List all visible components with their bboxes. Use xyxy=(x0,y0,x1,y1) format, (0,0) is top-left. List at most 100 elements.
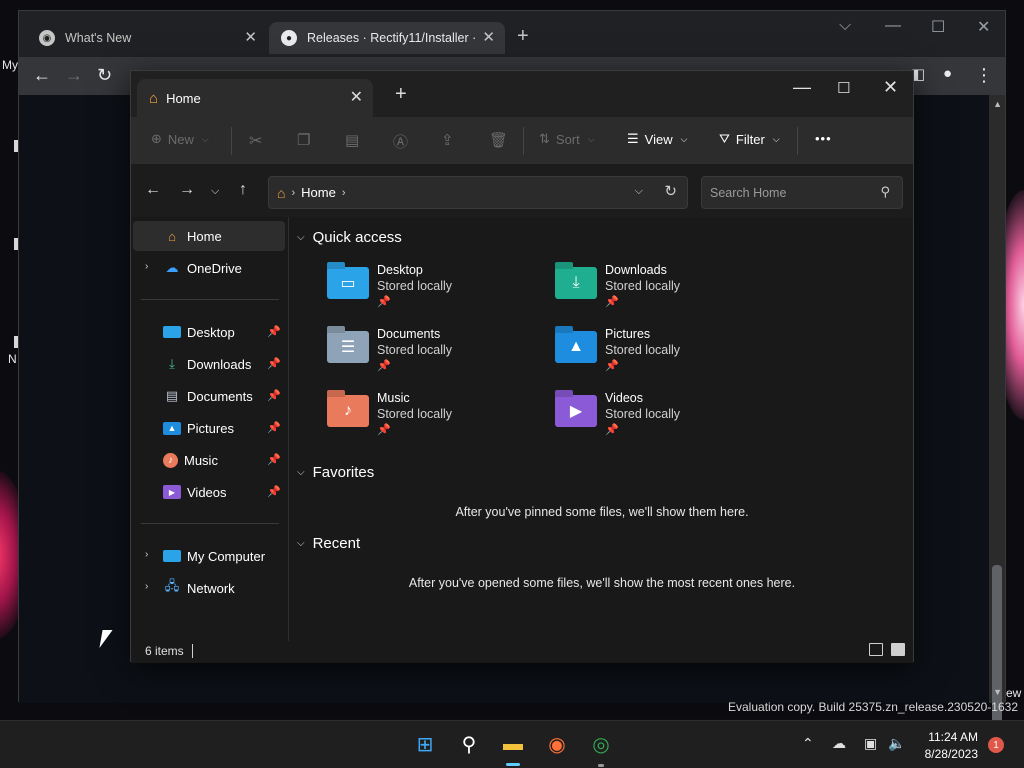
pin-icon: 📌 xyxy=(267,326,281,338)
forward-icon[interactable]: → xyxy=(179,181,195,199)
close-icon[interactable]: ✕ xyxy=(244,28,257,46)
quick-access-videos[interactable]: ▶ Videos Stored locally 📌 xyxy=(555,391,775,451)
menu-icon[interactable]: ⋮ xyxy=(975,65,993,86)
sidebar-item-pictures[interactable]: ▲ Pictures 📌 xyxy=(133,413,285,443)
reload-icon[interactable]: ↻ xyxy=(97,65,112,86)
copy-button[interactable]: ❐ xyxy=(297,131,310,149)
desktop-icon-label: My xyxy=(2,58,18,72)
sidebar-item-onedrive[interactable]: › ☁ OneDrive xyxy=(133,253,285,283)
new-button[interactable]: ⊕ New ⌵ xyxy=(151,131,209,147)
quick-access-downloads[interactable]: ⤓ Downloads Stored locally 📌 xyxy=(555,263,775,323)
chevron-down-icon[interactable]: ⌵ xyxy=(839,17,851,35)
address-bar[interactable]: ⌂ › Home › ⌵ ↻ xyxy=(268,176,688,209)
sidebar-item-videos[interactable]: ▶ Videos 📌 xyxy=(133,477,285,507)
close-icon[interactable]: ✕ xyxy=(883,77,898,98)
file-explorer-icon[interactable]: ▬ xyxy=(498,729,528,759)
item-location: Stored locally xyxy=(377,407,453,421)
chevron-right-icon: › xyxy=(291,186,296,199)
search-icon[interactable]: ⚲ xyxy=(454,729,484,759)
scrollbar[interactable]: ▲ ▼ xyxy=(989,95,1005,745)
sidebar-item-music[interactable]: ♪ Music 📌 xyxy=(133,445,285,475)
desktop-icon-label: N xyxy=(8,352,17,366)
network-icon[interactable]: ▣ xyxy=(864,735,877,752)
new-tab-button[interactable]: + xyxy=(395,83,407,106)
section-favorites[interactable]: ⌵ Favorites xyxy=(297,464,374,481)
close-icon[interactable]: ✕ xyxy=(977,17,990,37)
search-icon[interactable]: ⚲ xyxy=(880,184,890,200)
notification-badge[interactable]: 1 xyxy=(988,737,1004,753)
quick-access-music[interactable]: ♪ Music Stored locally 📌 xyxy=(327,391,547,451)
onedrive-icon: ☁ xyxy=(165,260,179,275)
sidebar-item-my-computer[interactable]: › My Computer xyxy=(133,541,285,571)
more-options-button[interactable]: ••• xyxy=(815,131,832,146)
chevron-up-icon[interactable]: ⌃ xyxy=(802,735,814,752)
quick-access-documents[interactable]: ☰ Documents Stored locally 📌 xyxy=(327,327,547,387)
scroll-up-icon[interactable]: ▲ xyxy=(993,99,1002,109)
chevron-right-icon[interactable]: › xyxy=(145,549,148,560)
new-label: New xyxy=(167,131,194,147)
scroll-thumb[interactable] xyxy=(992,565,1002,745)
chevron-down-icon[interactable]: ⌵ xyxy=(635,185,643,198)
profile-icon[interactable]: ● xyxy=(943,65,952,82)
share-button[interactable]: ⇪ xyxy=(441,131,454,149)
quick-access-pictures[interactable]: ▲ Pictures Stored locally 📌 xyxy=(555,327,775,387)
sidebar-item-desktop[interactable]: Desktop 📌 xyxy=(133,317,285,347)
paste-button[interactable]: ▤ xyxy=(345,131,359,149)
new-tab-button[interactable]: + xyxy=(517,25,529,48)
up-icon[interactable]: ↑ xyxy=(239,181,247,199)
sidebar-item-home[interactable]: ⌂ Home xyxy=(133,221,285,251)
section-recent[interactable]: ⌵ Recent xyxy=(297,535,360,552)
forward-icon[interactable]: → xyxy=(65,65,83,86)
home-icon: ⌂ xyxy=(168,228,176,244)
chrome-tab-releases[interactable]: ● Releases · Rectify11/Installer · Git ✕ xyxy=(269,22,505,54)
item-count: 6 items xyxy=(145,644,184,658)
minimize-icon[interactable]: — xyxy=(793,77,811,98)
sidebar-item-downloads[interactable]: ⤓ Downloads 📌 xyxy=(133,349,285,379)
close-icon[interactable]: ✕ xyxy=(482,28,495,46)
maximize-icon[interactable]: ☐ xyxy=(837,79,850,97)
volume-icon[interactable]: 🔈 xyxy=(888,735,905,752)
view-button[interactable]: ☰ View ⌵ xyxy=(627,131,687,147)
quick-access-desktop[interactable]: ▭ Desktop Stored locally 📌 xyxy=(327,263,547,323)
refresh-icon[interactable]: ↻ xyxy=(664,182,677,200)
back-icon[interactable]: ← xyxy=(33,65,51,86)
chevron-down-icon: ⌵ xyxy=(297,467,305,478)
document-icon: ▤ xyxy=(165,388,179,403)
cut-button[interactable]: ✂ xyxy=(249,131,262,151)
share-icon: ⇪ xyxy=(441,132,454,149)
recent-locations-icon[interactable]: ⌵ xyxy=(211,185,219,198)
cloud-offline-icon[interactable]: ☁ xyxy=(832,735,846,752)
minimize-icon[interactable]: — xyxy=(885,17,901,35)
close-icon[interactable]: ✕ xyxy=(350,87,363,107)
clock[interactable]: 11:24 AM 8/28/2023 xyxy=(912,729,978,763)
chevron-right-icon[interactable]: › xyxy=(145,261,148,272)
video-icon: ▶ xyxy=(569,403,583,420)
delete-button[interactable]: 🗑 xyxy=(489,131,508,149)
music-icon: ♪ xyxy=(163,452,178,468)
sidebar-item-label: Documents xyxy=(187,388,253,404)
start-icon[interactable]: ⊞ xyxy=(410,729,440,759)
download-icon: ⤓ xyxy=(572,274,580,291)
chevron-right-icon[interactable]: › xyxy=(145,581,148,592)
filter-button[interactable]: ⛛ Filter ⌵ xyxy=(719,131,780,147)
chrome-icon[interactable]: ◎ xyxy=(586,729,616,759)
breadcrumb-home[interactable]: Home xyxy=(301,185,336,200)
scroll-down-icon[interactable]: ▼ xyxy=(993,687,1002,697)
sidebar-item-documents[interactable]: ▤ Documents 📌 xyxy=(133,381,285,411)
pin-icon: 📌 xyxy=(605,424,619,436)
maximize-icon[interactable]: ☐ xyxy=(931,17,945,37)
sort-button[interactable]: ⇅ Sort ⌵ xyxy=(539,131,595,147)
pictures-icon: ▲ xyxy=(568,338,584,355)
back-icon[interactable]: ← xyxy=(145,181,161,199)
firefox-icon[interactable]: ◉ xyxy=(542,729,572,759)
chrome-icon: ◉ xyxy=(39,30,55,46)
section-quick-access[interactable]: ⌵ Quick access xyxy=(297,229,402,246)
github-icon: ● xyxy=(281,30,297,46)
sidebar-item-network[interactable]: › 🖧 Network xyxy=(133,573,285,603)
rename-button[interactable]: Ⓐ xyxy=(393,131,408,152)
search-input[interactable]: Search Home ⚲ xyxy=(701,176,903,209)
explorer-tab-home[interactable]: ⌂ Home ✕ xyxy=(137,79,373,117)
tiles-view-icon[interactable] xyxy=(891,643,905,656)
details-view-icon[interactable] xyxy=(869,643,883,656)
chrome-tab-whats-new[interactable]: ◉ What's New ✕ xyxy=(27,22,267,54)
